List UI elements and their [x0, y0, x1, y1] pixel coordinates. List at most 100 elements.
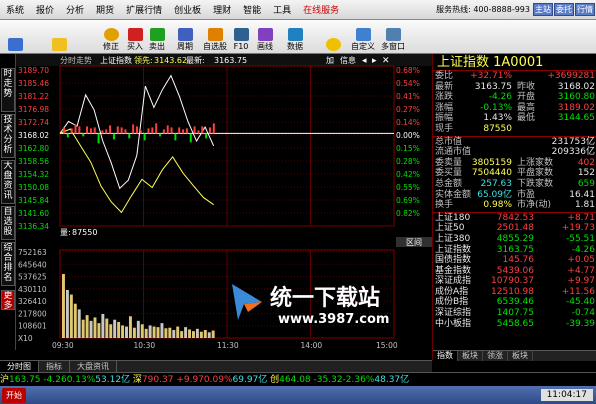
- home-icon: [7, 38, 23, 51]
- watermark-url: www.3987.com: [278, 312, 390, 327]
- index-list-item[interactable]: 上证指数 3163.75 -4.26: [433, 245, 596, 256]
- menu-item-tools[interactable]: 工具: [267, 3, 297, 16]
- period-button[interactable]: 周期: [174, 22, 196, 52]
- volume-bar: [211, 330, 215, 338]
- chart-add-button[interactable]: 加: [326, 55, 334, 65]
- tab-timechart[interactable]: 分时图: [0, 361, 39, 372]
- watchlist-icon: [207, 28, 223, 41]
- f10-button[interactable]: F10: [230, 22, 252, 52]
- index-list-item[interactable]: 上证180 7842.53 +8.71: [433, 213, 596, 224]
- home-button[interactable]: [4, 22, 26, 52]
- market-stats: 总市值 231753亿 流通市值 209336亿 委卖量 3805159 上涨家数 402 委买…: [433, 137, 596, 211]
- menu-item-gem[interactable]: 创业板: [168, 3, 207, 16]
- menu-item-analysis[interactable]: 分析: [60, 3, 90, 16]
- menu-item-finance[interactable]: 理财: [207, 3, 237, 16]
- panel-tab-index[interactable]: 指数: [433, 351, 458, 361]
- chart-lead-value: 3143.62: [154, 56, 187, 65]
- index-list-item[interactable]: 深证成指 10790.37 +9.97: [433, 276, 596, 287]
- tab-market-news[interactable]: 大盘资讯: [1, 160, 15, 204]
- stat-label-2: 市净(动): [517, 200, 552, 211]
- menu-item-smart[interactable]: 智能: [237, 3, 267, 16]
- pct-tick-label: 0.15%: [396, 144, 420, 153]
- index-list: 上证180 7842.53 +8.71 上证50 2501.48 +19.73 上证380 4…: [433, 213, 596, 330]
- quote-value: 1.43%: [483, 113, 512, 124]
- index-list-item[interactable]: 基金指数 5439.06 +4.77: [433, 266, 596, 277]
- menu-item-extended[interactable]: 扩展行情: [120, 3, 168, 16]
- sell-icon: [149, 28, 165, 41]
- volume-bar: [132, 327, 136, 338]
- pct-tick-label: 0.14%: [396, 118, 420, 127]
- customize-button[interactable]: 自定义: [351, 22, 375, 52]
- tab-news[interactable]: 大盘资讯: [70, 361, 117, 372]
- index-name: 上证380: [435, 233, 471, 244]
- range-tab-label: 区间: [406, 238, 422, 247]
- chart-latest-value: 3163.75: [214, 56, 247, 65]
- chart-next-icon[interactable]: ▸: [372, 56, 377, 66]
- index-list-item[interactable]: 上证50 2501.48 +19.73: [433, 223, 596, 234]
- back-button[interactable]: [48, 22, 70, 52]
- index-change: -45.40: [565, 297, 595, 308]
- quote-value-2: +3699281: [547, 71, 595, 81]
- panel-title: 上证指数 1A0001: [433, 54, 596, 71]
- index-list-item[interactable]: 成份A指 12510.98 +11.56: [433, 287, 596, 298]
- menu-item-quote[interactable]: 报价: [30, 3, 60, 16]
- correct-button[interactable]: 修正: [100, 22, 122, 52]
- buy-icon: [127, 28, 143, 41]
- index-list-item[interactable]: 成份B指 6539.46 -45.40: [433, 297, 596, 308]
- chart-prev-icon[interactable]: ◂: [362, 56, 367, 66]
- stat-label: 实体金额: [435, 189, 472, 200]
- chart-info-button[interactable]: 信息: [340, 55, 356, 65]
- index-list-item[interactable]: 中小板指 5458.65 -39.39: [433, 319, 596, 330]
- price-tick-label: 3181.22: [18, 92, 49, 101]
- tab-technical[interactable]: 技术分析: [1, 114, 15, 158]
- stat-label-2: 下跌家数: [517, 178, 554, 189]
- trade-button[interactable]: 委托: [554, 3, 574, 16]
- buy-button[interactable]: 买入: [124, 22, 146, 52]
- menu-item-futures[interactable]: 期货: [90, 3, 120, 16]
- index-list-item[interactable]: 国债指数 145.76 +0.05: [433, 255, 596, 266]
- data-button[interactable]: 数据: [284, 22, 306, 52]
- multi-window-button[interactable]: 多窗口: [381, 22, 405, 52]
- status-sz-amt: 69.97亿: [232, 375, 268, 385]
- quote-value-2: 3144.65: [557, 113, 595, 124]
- volume-bar: [81, 319, 85, 338]
- volume-label: 量:: [60, 228, 71, 237]
- main-site-button[interactable]: 主站: [533, 3, 553, 16]
- tab-indicators[interactable]: 指标: [39, 361, 70, 372]
- panel-tab-sector-2[interactable]: 板块: [508, 351, 533, 361]
- quote-value-2: 3189.02: [557, 102, 595, 113]
- index-list-item[interactable]: 深证综指 1407.75 -0.74: [433, 308, 596, 319]
- volume-tick-label: X10: [18, 334, 33, 343]
- quote-rows: 委比 +32.71% +3699281 最新 3163.75 昨收 3168.02 涨跌 -4.…: [433, 71, 596, 135]
- index-list-item[interactable]: 上证380 4855.29 -55.51: [433, 234, 596, 245]
- menu-item-system[interactable]: 系统: [0, 3, 30, 16]
- chart-close-icon[interactable]: ✕: [382, 56, 390, 66]
- stat-value-2: 152: [577, 168, 595, 179]
- pct-tick-label: 0.68%: [396, 66, 420, 75]
- volume-bar: [207, 332, 211, 338]
- sell-button[interactable]: 卖出: [146, 22, 168, 52]
- tab-ranking[interactable]: 综合排名: [1, 242, 15, 286]
- panel-tab-leaders[interactable]: 领涨: [483, 351, 508, 361]
- learn-button[interactable]: [322, 22, 344, 52]
- menu-item-online[interactable]: 在线服务: [297, 3, 345, 16]
- time-tick-label: 09:30: [52, 341, 74, 350]
- panel-tab-sector[interactable]: 板块: [458, 351, 483, 361]
- tab-watchlist[interactable]: 自选股: [1, 206, 15, 240]
- status-sh-value: 163.75: [9, 375, 41, 385]
- draw-line-button[interactable]: 画线: [254, 22, 276, 52]
- price-tick-label: 3154.32: [18, 170, 49, 179]
- time-tick-label: 11:30: [217, 341, 239, 350]
- tab-timeshare[interactable]: 时走势: [1, 68, 15, 112]
- tab-more[interactable]: 更多: [1, 290, 15, 310]
- volume-bar: [152, 326, 156, 338]
- quote-button[interactable]: 行情: [575, 3, 595, 16]
- stat-value-2: 16.41: [569, 189, 595, 200]
- index-change: +8.71: [567, 212, 595, 223]
- price-tick-label: 3162.80: [18, 144, 49, 153]
- pct-tick-label: 0.69%: [396, 196, 420, 205]
- pct-tick-label: 0.54%: [396, 79, 420, 88]
- watchlist-button[interactable]: 自选股: [203, 22, 227, 52]
- stat-row: 换手 0.98% 市净(动) 1.81: [433, 200, 596, 211]
- start-button[interactable]: 开始: [2, 387, 26, 403]
